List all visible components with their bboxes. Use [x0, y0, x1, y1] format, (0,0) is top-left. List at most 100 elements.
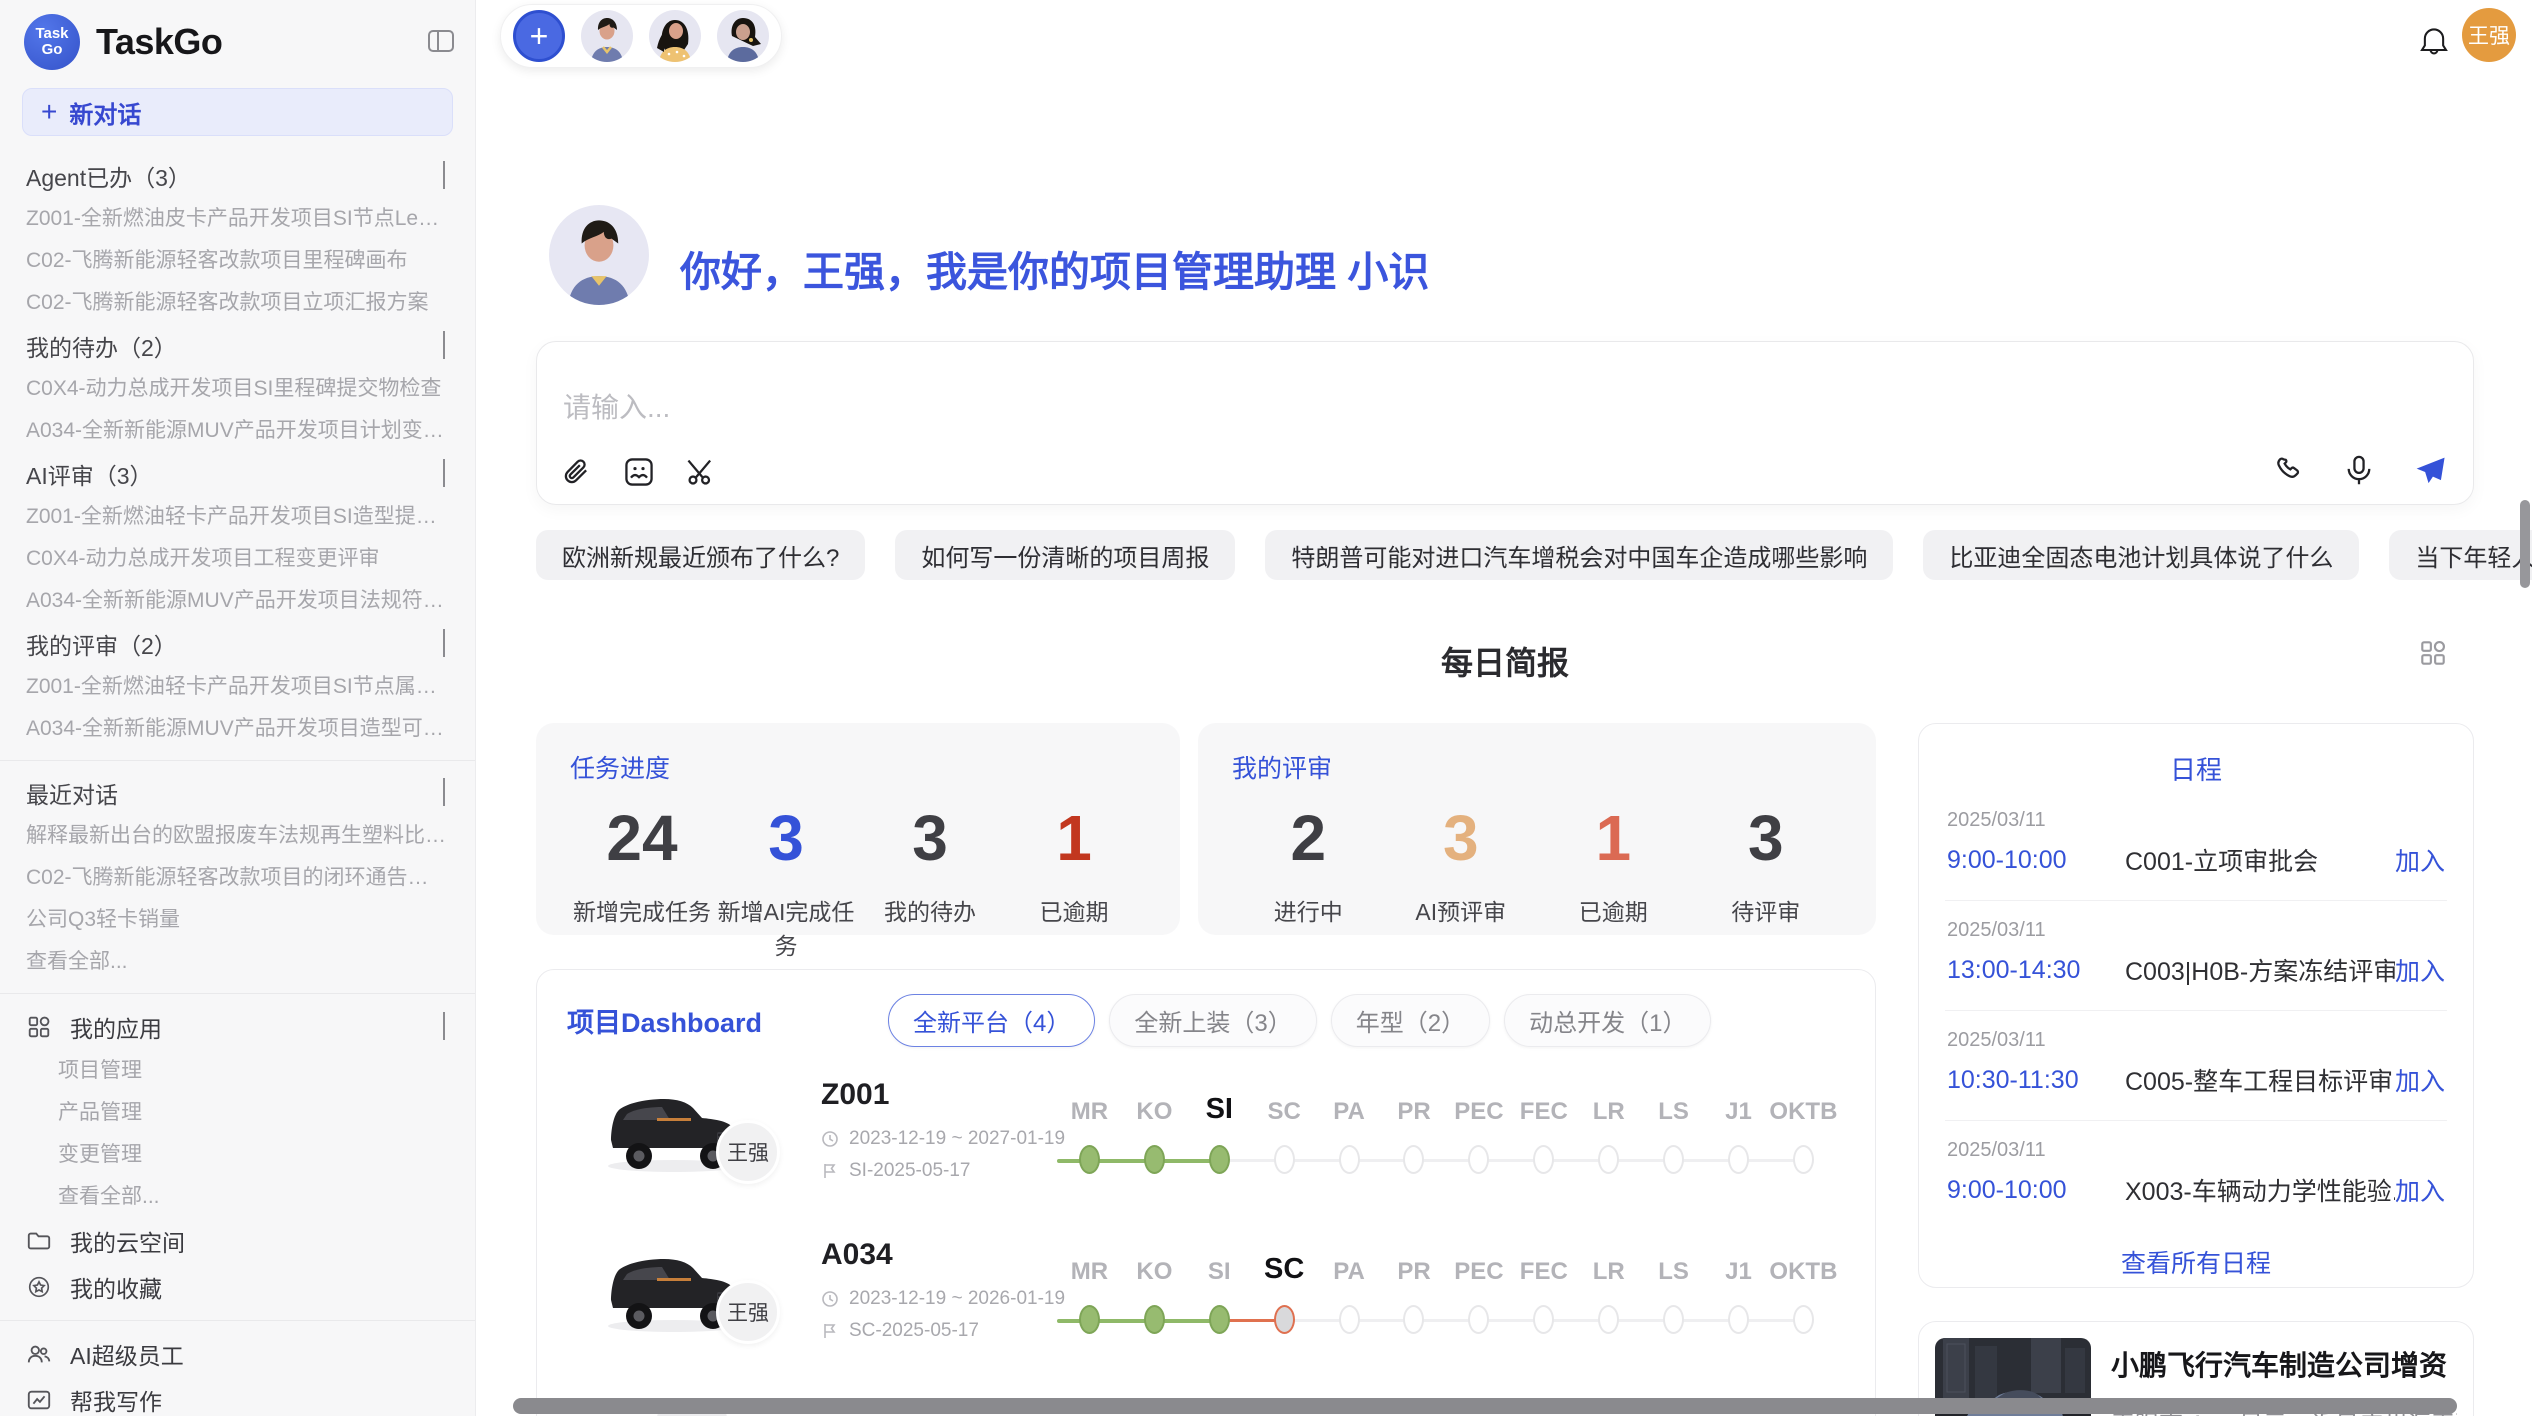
flag-icon	[821, 1162, 839, 1180]
sidebar-collapse-icon[interactable]	[427, 28, 455, 54]
sidebar-chat-item[interactable]: Z001-全新燃油轻卡产品开发项目SI造型提交物评审	[0, 496, 475, 538]
agent-avatar-2[interactable]	[649, 10, 701, 62]
milestone-dot	[1079, 1305, 1100, 1334]
stat-value: 3	[1690, 803, 1843, 873]
suggestion-chip[interactable]: 特朗普可能对进口汽车增税会对中国车企造成哪些影响	[1265, 530, 1893, 580]
chat-input[interactable]	[563, 392, 1463, 424]
dashboard-tab[interactable]: 年型（2）	[1331, 994, 1490, 1047]
dashboard-tab[interactable]: 全新上装（3）	[1109, 994, 1316, 1047]
join-link[interactable]: 加入	[2395, 1062, 2445, 1098]
milestone-dot	[1663, 1145, 1684, 1174]
suggestion-chip[interactable]: 比亚迪全固态电池计划具体说了什么	[1923, 530, 2359, 580]
sidebar-chat-item[interactable]: C02-飞腾新能源轻客改款项目里程碑画布	[0, 240, 475, 282]
sidebar-chat-item[interactable]: C0X4-动力总成开发项目SI里程碑提交物检查	[0, 368, 475, 410]
divider	[0, 760, 475, 761]
chevron-up-icon[interactable]	[443, 631, 449, 658]
phone-icon[interactable]	[2273, 454, 2305, 486]
sidebar-chat-item[interactable]: A034-全新新能源MUV产品开发项目造型可行性评审	[0, 708, 475, 750]
chevron-up-icon[interactable]	[443, 780, 449, 807]
divider	[0, 993, 475, 994]
section-title: AI评审（3）	[26, 457, 153, 491]
sidebar-app-item[interactable]: 产品管理	[0, 1092, 475, 1134]
sidebar-item-favorites[interactable]: 我的收藏	[0, 1264, 475, 1310]
scissors-icon[interactable]	[685, 456, 717, 488]
sidebar-chat-item[interactable]: C02-飞腾新能源轻客改款项目立项汇报方案	[0, 282, 475, 324]
sidebar-app-item[interactable]: 项目管理	[0, 1050, 475, 1092]
sidebar-recent-item[interactable]: C02-飞腾新能源轻客改款项目的闭环通告反馈情况	[0, 857, 475, 899]
stat-label: 我的待办	[858, 893, 1002, 927]
schedule-event-title: C001-立项审批会	[2125, 842, 2395, 878]
join-link[interactable]: 加入	[2395, 952, 2445, 988]
sidebar-chat-item[interactable]: C0X4-动力总成开发项目工程变更评审	[0, 538, 475, 580]
paperclip-icon[interactable]	[561, 456, 593, 488]
folder-icon	[26, 1228, 52, 1254]
sidebar-item-ai-employee[interactable]: AI超级员工	[0, 1331, 475, 1377]
sidebar-recent-item[interactable]: 公司Q3轻卡销量	[0, 899, 475, 941]
milestone-dot	[1403, 1305, 1424, 1334]
new-chat-button[interactable]: + 新对话	[22, 88, 453, 136]
join-link[interactable]: 加入	[2395, 1172, 2445, 1208]
image-icon[interactable]	[623, 456, 655, 488]
recent-view-all[interactable]: 查看全部...	[0, 941, 475, 983]
sidebar-chat-item[interactable]: Z001-全新燃油皮卡产品开发项目SI节点Lesson Learn报告	[0, 198, 475, 240]
cloud-space-label: 我的云空间	[70, 1224, 185, 1258]
dashboard-tab[interactable]: 全新平台（4）	[888, 994, 1095, 1047]
join-link[interactable]: 加入	[2395, 842, 2445, 878]
schedule-time: 13:00-14:30	[1947, 956, 2125, 985]
dashboard-tab[interactable]: 动总开发（1）	[1504, 994, 1711, 1047]
milestone-dot	[1793, 1305, 1814, 1334]
milestone-label: SI	[1208, 1242, 1231, 1286]
vertical-scrollbar[interactable]	[2520, 500, 2530, 588]
horizontal-scrollbar[interactable]	[513, 1398, 2457, 1414]
milestone-track: MRKOSISCPAPRPECFECLRLSJ1OKTB	[1057, 1242, 1836, 1352]
project-flag: SI-2025-05-17	[821, 1160, 970, 1182]
sidebar-chat-item[interactable]: A034-全新新能源MUV产品开发项目法规符合性评审	[0, 580, 475, 622]
sidebar-section-ai-review: AI评审（3） Z001-全新燃油轻卡产品开发项目SI造型提交物评审C0X4-动…	[0, 452, 475, 622]
ai-employee-label: AI超级员工	[70, 1337, 184, 1371]
agent-avatar-1[interactable]	[581, 10, 633, 62]
sidebar-app-item[interactable]: 变更管理	[0, 1134, 475, 1176]
sidebar-chat-item[interactable]: A034-全新新能源MUV产品开发项目计划变更表编写	[0, 410, 475, 452]
add-agent-button[interactable]: +	[513, 10, 565, 62]
schedule-date: 2025/03/11	[1947, 919, 2445, 942]
suggestion-chip[interactable]: 如何写一份清晰的项目周报	[895, 530, 1235, 580]
plus-icon: +	[41, 96, 57, 128]
chevron-up-icon[interactable]	[443, 163, 449, 190]
milestone-dot	[1468, 1305, 1489, 1334]
user-avatar[interactable]: 王强	[2462, 8, 2516, 62]
schedule-event-title: X003-车辆动力学性能验...	[2125, 1172, 2395, 1208]
chevron-up-icon[interactable]	[443, 333, 449, 360]
assistant-avatar	[549, 205, 649, 305]
logo-text-top: Task	[35, 26, 68, 43]
microphone-icon[interactable]	[2343, 454, 2375, 486]
chevron-up-icon[interactable]	[443, 1014, 449, 1041]
sidebar-item-my-apps[interactable]: 我的应用	[0, 1004, 475, 1050]
greeting-text: 你好，王强，我是你的项目管理助理 小识	[680, 238, 1429, 298]
sidebar-chat-item[interactable]: Z001-全新燃油轻卡产品开发项目SI节点属性5D文件评审	[0, 666, 475, 708]
stat-value: 24	[570, 803, 714, 873]
schedule-event-title: C005-整车工程目标评审	[2125, 1062, 2395, 1098]
suggestion-chip[interactable]: 当下年轻人对汽车外观有怎样的喜好趋势	[2389, 530, 2532, 580]
favorites-label: 我的收藏	[70, 1270, 162, 1304]
suggestion-chip[interactable]: 欧洲新规最近颁布了什么?	[536, 530, 865, 580]
project-row[interactable]: 王强 A034 2023-12-19 ~ 2026-01-19 SC-2025-…	[537, 1226, 1876, 1386]
chevron-up-icon[interactable]	[443, 461, 449, 488]
sidebar-item-cloud-space[interactable]: 我的云空间	[0, 1218, 475, 1264]
agent-avatar-3[interactable]	[717, 10, 769, 62]
milestone-dot	[1793, 1145, 1814, 1174]
milestone-label: J1	[1725, 1242, 1752, 1286]
project-row[interactable]: 王强 Z001 2023-12-19 ~ 2027-01-19 SI-2025-…	[537, 1066, 1876, 1226]
my-review-card: 我的评审 2 进行中 3 AI预评审 1 已逾期 3 待评审	[1198, 723, 1876, 935]
stat-item: 24 新增完成任务	[570, 803, 714, 961]
schedule-event-title: C003|H0B-方案冻结评审	[2125, 952, 2395, 988]
view-all-schedule-link[interactable]: 查看所有日程	[1919, 1230, 2473, 1288]
send-icon[interactable]	[2413, 454, 2445, 486]
sidebar-app-item[interactable]: 查看全部...	[0, 1176, 475, 1218]
layout-grid-icon[interactable]	[2418, 638, 2448, 668]
sidebar-item-help-write[interactable]: 帮我写作	[0, 1377, 475, 1416]
schedule-time: 9:00-10:00	[1947, 846, 2125, 875]
milestone-label: LS	[1658, 1242, 1689, 1286]
milestone-label: PR	[1397, 1242, 1430, 1286]
notification-bell-icon[interactable]	[2418, 26, 2450, 58]
sidebar-recent-item[interactable]: 解释最新出台的欧盟报废车法规再生塑料比例被调至15%...	[0, 815, 475, 857]
